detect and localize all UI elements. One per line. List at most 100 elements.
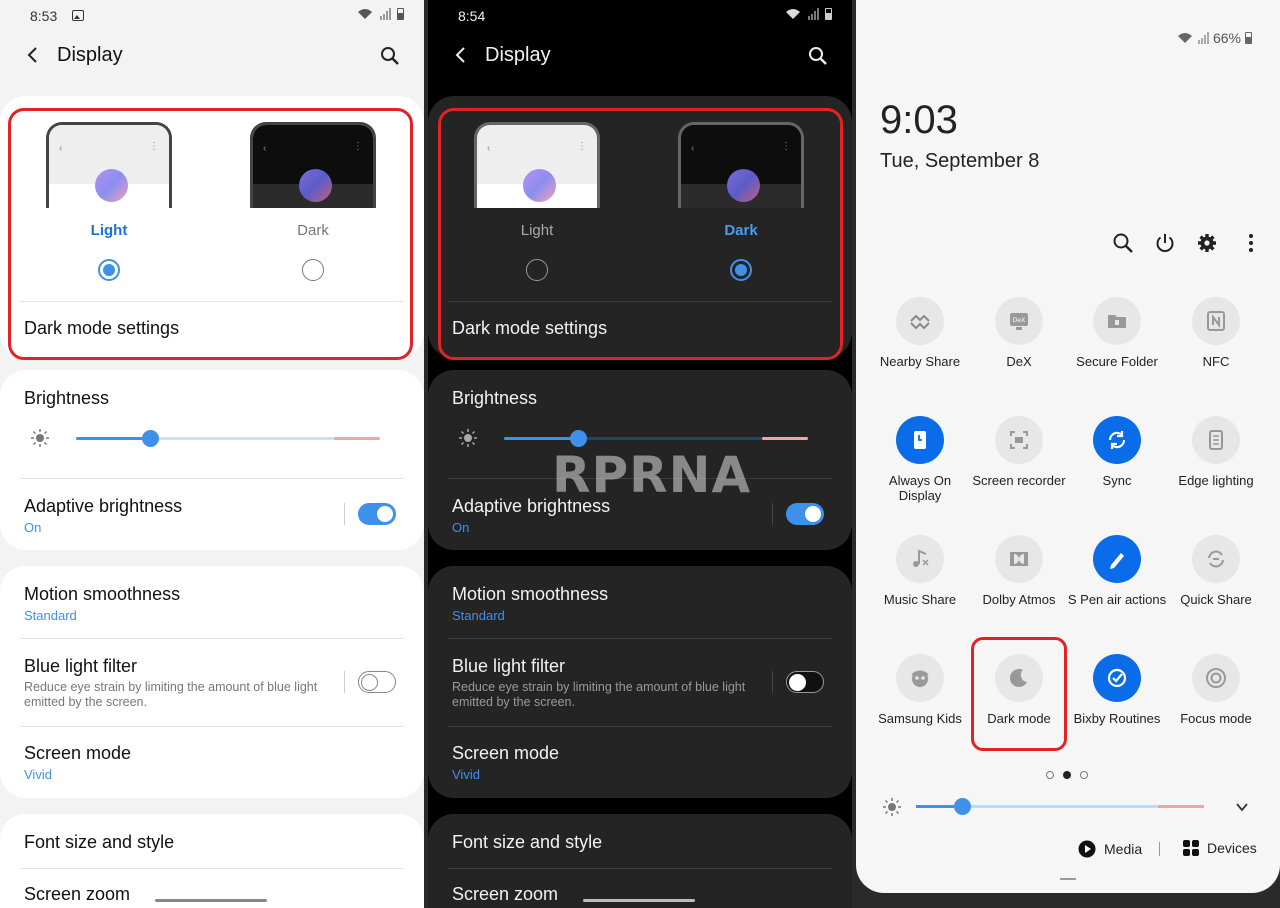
tile-label: DeX bbox=[1006, 354, 1032, 369]
blue-light-filter-description: Reduce eye strain by limiting the amount… bbox=[452, 680, 746, 709]
tile-label: Quick Share bbox=[1180, 592, 1252, 607]
always-on-display-icon bbox=[896, 416, 944, 464]
devices-button[interactable]: Devices bbox=[1183, 840, 1257, 856]
more-options-icon[interactable] bbox=[1240, 232, 1262, 254]
screen-recorder-icon bbox=[995, 416, 1043, 464]
status-time: 8:53 bbox=[30, 8, 58, 24]
back-arrow-icon[interactable] bbox=[24, 46, 42, 64]
blue-light-filter-label[interactable]: Blue light filter bbox=[24, 656, 137, 677]
music-share-icon bbox=[896, 535, 944, 583]
brightness-slider-thumb[interactable] bbox=[570, 430, 587, 447]
adaptive-brightness-label[interactable]: Adaptive brightness bbox=[24, 496, 182, 517]
chevron-down-icon[interactable] bbox=[1234, 799, 1250, 815]
tile-focus-mode[interactable]: Focus mode bbox=[1166, 654, 1266, 726]
tile-edge-lighting[interactable]: Edge lighting bbox=[1166, 416, 1266, 488]
tile-sync[interactable]: Sync bbox=[1067, 416, 1167, 488]
tile-screen-recorder[interactable]: Screen recorder bbox=[969, 416, 1069, 488]
font-card: Font size and style Screen zoom bbox=[0, 814, 424, 908]
screen-mode-label[interactable]: Screen mode bbox=[452, 743, 559, 764]
separator bbox=[344, 671, 345, 693]
devices-grid-icon bbox=[1183, 840, 1199, 856]
motion-smoothness-value: Standard bbox=[452, 608, 505, 623]
date[interactable]: Tue, September 8 bbox=[880, 150, 1039, 173]
nav-gesture-handle[interactable] bbox=[583, 899, 695, 902]
tile-label: Always On Display bbox=[888, 473, 952, 503]
tile-dex[interactable]: DeX DeX bbox=[969, 297, 1069, 369]
search-icon[interactable] bbox=[380, 46, 400, 66]
page-dot-current[interactable] bbox=[1063, 771, 1071, 779]
battery-percent: 66% bbox=[1212, 30, 1241, 46]
panel-drag-handle[interactable] bbox=[1060, 878, 1076, 880]
adaptive-brightness-toggle[interactable] bbox=[786, 503, 824, 525]
status-bar: 8:53 bbox=[20, 6, 404, 26]
motion-smoothness-label[interactable]: Motion smoothness bbox=[452, 584, 608, 605]
focus-mode-icon bbox=[1192, 654, 1240, 702]
adaptive-brightness-state: On bbox=[24, 520, 42, 535]
tile-samsung-kids[interactable]: Samsung Kids bbox=[870, 654, 970, 726]
clock[interactable]: 9:03 bbox=[880, 98, 958, 143]
media-button[interactable]: Media bbox=[1078, 840, 1142, 858]
tile-quick-share[interactable]: Quick Share bbox=[1166, 535, 1266, 607]
brightness-slider[interactable] bbox=[76, 430, 380, 447]
tile-bixby-routines[interactable]: Bixby Routines bbox=[1067, 654, 1167, 726]
divider bbox=[20, 868, 404, 869]
nearby-share-icon bbox=[896, 297, 944, 345]
adaptive-brightness-toggle[interactable] bbox=[358, 503, 396, 525]
battery-icon bbox=[825, 8, 832, 20]
tile-label: Dolby Atmos bbox=[982, 592, 1056, 607]
wifi-icon bbox=[786, 9, 800, 19]
highlight-box bbox=[438, 108, 843, 360]
page-dot[interactable] bbox=[1080, 771, 1088, 779]
font-size-and-style-item[interactable]: Font size and style bbox=[24, 832, 174, 853]
power-icon[interactable] bbox=[1154, 232, 1176, 254]
screen-mode-label[interactable]: Screen mode bbox=[24, 743, 131, 764]
page-dot[interactable] bbox=[1046, 771, 1054, 779]
blue-light-filter-description: Reduce eye strain by limiting the amount… bbox=[24, 680, 318, 709]
tile-s-pen-air-actions[interactable]: S Pen air actions bbox=[1067, 535, 1167, 607]
media-label: Media bbox=[1104, 841, 1143, 857]
status-bar: 8:54 bbox=[448, 6, 832, 26]
tile-nfc[interactable]: NFC bbox=[1166, 297, 1266, 369]
tile-label: Sync bbox=[1102, 473, 1132, 488]
screen-zoom-item[interactable]: Screen zoom bbox=[24, 884, 130, 905]
back-arrow-icon[interactable] bbox=[452, 46, 470, 64]
tile-label: Secure Folder bbox=[1076, 354, 1158, 369]
tile-label: Music Share bbox=[883, 592, 957, 607]
blue-light-filter-toggle[interactable] bbox=[786, 671, 824, 693]
page-indicator[interactable] bbox=[1046, 771, 1088, 779]
font-size-and-style-item[interactable]: Font size and style bbox=[452, 832, 602, 853]
nav-gesture-handle[interactable] bbox=[155, 899, 267, 902]
blue-light-filter-toggle[interactable] bbox=[358, 671, 396, 693]
motion-smoothness-label[interactable]: Motion smoothness bbox=[24, 584, 180, 605]
search-icon[interactable] bbox=[808, 46, 828, 66]
search-icon[interactable] bbox=[1112, 232, 1134, 254]
tile-label: Screen recorder bbox=[972, 473, 1066, 488]
separator bbox=[772, 503, 773, 525]
brightness-slider-thumb[interactable] bbox=[954, 798, 971, 815]
tile-secure-folder[interactable]: Secure Folder bbox=[1067, 297, 1167, 369]
battery-icon bbox=[397, 8, 404, 20]
brightness-slider[interactable] bbox=[916, 798, 1204, 815]
tile-dolby-atmos[interactable]: Dolby Atmos bbox=[969, 535, 1069, 607]
screen-zoom-item[interactable]: Screen zoom bbox=[452, 884, 558, 905]
dolby-atmos-icon bbox=[995, 535, 1043, 583]
watermark: RPRNA bbox=[552, 446, 752, 504]
signal-icon bbox=[380, 8, 391, 20]
tile-label: Samsung Kids bbox=[878, 711, 962, 726]
tile-label: Focus mode bbox=[1180, 711, 1252, 726]
divider bbox=[448, 868, 832, 869]
tile-always-on-display[interactable]: Always On Display bbox=[870, 416, 970, 503]
sun-icon bbox=[459, 429, 477, 447]
blue-light-filter-label[interactable]: Blue light filter bbox=[452, 656, 565, 677]
tile-nearby-share[interactable]: Nearby Share bbox=[870, 297, 970, 369]
divider bbox=[448, 726, 832, 727]
tile-label: Bixby Routines bbox=[1073, 711, 1161, 726]
display-settings-light: 8:53 Display ‹ ⋮ Light ‹ ⋮ Dark Dark mod… bbox=[0, 0, 424, 908]
brightness-slider-thumb[interactable] bbox=[142, 430, 159, 447]
app-bar: Display bbox=[428, 36, 852, 76]
brightness-slider[interactable] bbox=[504, 430, 808, 447]
samsung-kids-icon bbox=[896, 654, 944, 702]
tile-label: Edge lighting bbox=[1178, 473, 1254, 488]
gear-icon[interactable] bbox=[1196, 232, 1218, 254]
tile-music-share[interactable]: Music Share bbox=[870, 535, 970, 607]
